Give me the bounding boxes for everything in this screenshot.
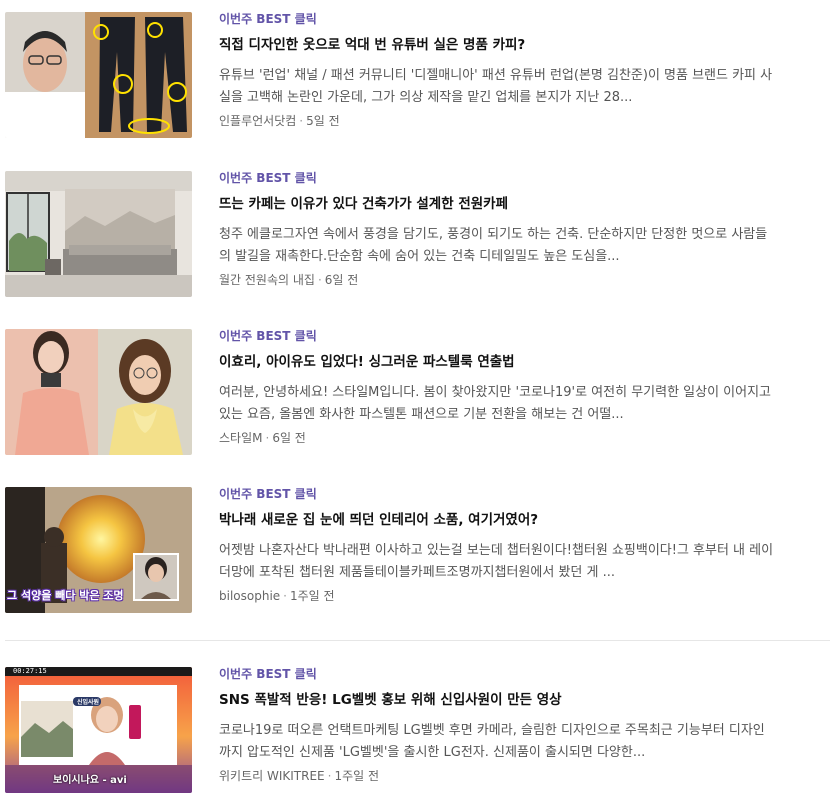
article-thumbnail[interactable]	[5, 171, 192, 297]
article-meta: 인플루언서닷컴 · 5일 전	[219, 114, 340, 128]
article-time: 6일 전	[324, 273, 359, 287]
thumbnail-timer: 00:27:15	[13, 667, 47, 675]
article-text: 이번주 BEST 클릭 SNS 폭발적 반응! LG벨벳 홍보 위해 신입사원이…	[219, 667, 775, 783]
article-text: 이번주 BEST 클릭 직접 디자인한 옷으로 억대 번 유튜버 실은 명품 카…	[219, 12, 775, 128]
best-click-tag: 이번주 BEST 클릭	[219, 487, 317, 501]
article-text: 이번주 BEST 클릭 뜨는 카페는 이유가 있다 건축가가 설계한 전원카페 …	[219, 171, 775, 287]
article-thumbnail[interactable]: 그 석양을 빼다 박은 조명	[5, 487, 192, 613]
meta-separator: ·	[327, 769, 332, 783]
article-time: 5일 전	[306, 114, 340, 128]
article-source[interactable]: 인플루언서닷컴	[219, 114, 296, 128]
article-title[interactable]: 박나래 새로운 집 눈에 띄던 인테리어 소품, 여기거였어?	[219, 511, 538, 529]
best-click-tag: 이번주 BEST 클릭	[219, 12, 317, 26]
article-item[interactable]: 이번주 BEST 클릭 뜨는 카페는 이유가 있다 건축가가 설계한 전원카페 …	[0, 171, 837, 301]
article-item[interactable]: 이번주 BEST 클릭 이효리, 아이유도 입었다! 싱그러운 파스텔룩 연출법…	[0, 329, 837, 459]
article-item[interactable]: 00:27:15 신입사원 보이시나요 - avi 이번주 BEST 클릭 SN…	[0, 667, 837, 797]
article-meta: 스타일M · 6일 전	[219, 431, 306, 445]
article-item[interactable]: 이번주 BEST 클릭 직접 디자인한 옷으로 억대 번 유튜버 실은 명품 카…	[0, 12, 837, 142]
article-source[interactable]: 스타일M	[219, 431, 262, 445]
article-source[interactable]: bilosophie	[219, 589, 280, 603]
meta-separator: ·	[265, 431, 270, 445]
article-title[interactable]: 이효리, 아이유도 입었다! 싱그러운 파스텔룩 연출법	[219, 353, 515, 371]
article-item[interactable]: 그 석양을 빼다 박은 조명 이번주 BEST 클릭 박나래 새로운 집 눈에 …	[0, 487, 837, 617]
article-meta: 월간 전원속의 내집 · 6일 전	[219, 273, 358, 287]
article-description[interactable]: 코로나19로 떠오른 언택트마케팅 LG벨벳 후면 카메라, 슬림한 디자인으로…	[219, 720, 775, 764]
article-time: 6일 전	[272, 431, 306, 445]
article-time: 1주일 전	[334, 769, 380, 783]
meta-separator: ·	[317, 273, 322, 287]
article-title[interactable]: 직접 디자인한 옷으로 억대 번 유튜버 실은 명품 카피?	[219, 36, 525, 54]
best-click-tag: 이번주 BEST 클릭	[219, 667, 317, 681]
best-click-tag: 이번주 BEST 클릭	[219, 171, 317, 185]
thumbnail-badge: 신입사원	[77, 699, 100, 706]
article-description[interactable]: 유튜브 '런업' 채널 / 패션 커뮤니티 '디젤매니아' 패션 유튜버 런업(…	[219, 65, 775, 109]
article-title[interactable]: SNS 폭발적 반응! LG벨벳 홍보 위해 신입사원이 만든 영상	[219, 691, 562, 709]
article-thumbnail[interactable]	[5, 329, 192, 455]
article-description[interactable]: 어젯밤 나혼자산다 박나래편 이사하고 있는걸 보는데 챕터원이다!챕터원 쇼핑…	[219, 540, 775, 584]
thumbnail-caption: 보이시나요 - avi	[53, 775, 127, 786]
article-meta: 위키트리 WIKITREE · 1주일 전	[219, 769, 379, 783]
article-time: 1주일 전	[290, 589, 335, 603]
article-thumbnail[interactable]	[5, 12, 192, 138]
thumbnail-image	[5, 329, 192, 455]
meta-separator: ·	[283, 589, 287, 603]
best-click-tag: 이번주 BEST 클릭	[219, 329, 317, 343]
article-description[interactable]: 청주 에클로그자연 속에서 풍경을 담기도, 풍경이 되기도 하는 건축. 단순…	[219, 224, 775, 268]
article-source[interactable]: 월간 전원속의 내집	[219, 273, 315, 287]
thumbnail-caption: 그 석양을 빼다 박은 조명	[7, 589, 124, 602]
section-divider	[5, 640, 830, 641]
thumbnail-image	[5, 171, 192, 297]
article-text: 이번주 BEST 클릭 이효리, 아이유도 입었다! 싱그러운 파스텔룩 연출법…	[219, 329, 775, 445]
article-meta: bilosophie · 1주일 전	[219, 589, 335, 603]
meta-separator: ·	[299, 114, 304, 128]
article-text: 이번주 BEST 클릭 박나래 새로운 집 눈에 띄던 인테리어 소품, 여기거…	[219, 487, 775, 603]
article-source[interactable]: 위키트리 WIKITREE	[219, 769, 325, 783]
article-thumbnail[interactable]: 00:27:15 신입사원 보이시나요 - avi	[5, 667, 192, 793]
article-title[interactable]: 뜨는 카페는 이유가 있다 건축가가 설계한 전원카페	[219, 195, 508, 213]
thumbnail-image	[5, 12, 192, 138]
article-description[interactable]: 여러분, 안녕하세요! 스타일M입니다. 봄이 찾아왔지만 '코로나19'로 여…	[219, 382, 775, 426]
